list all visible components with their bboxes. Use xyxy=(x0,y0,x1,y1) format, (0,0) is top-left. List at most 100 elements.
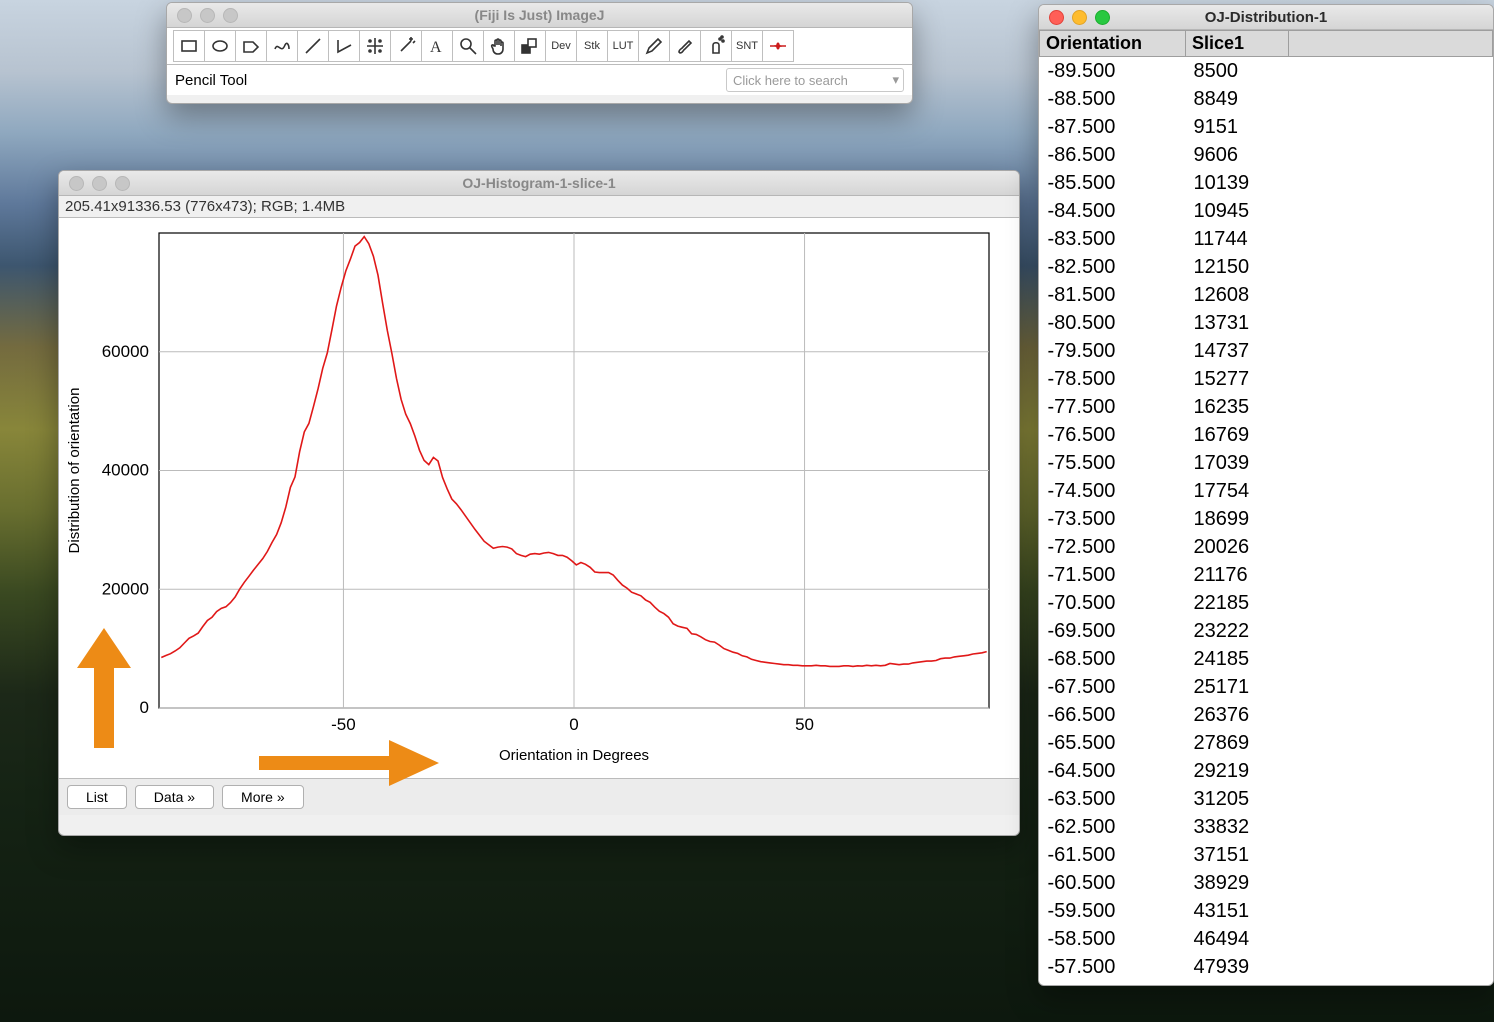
tool-magnify[interactable] xyxy=(452,30,484,62)
table-row[interactable]: -72.50020026 xyxy=(1040,533,1493,561)
search-placeholder: Click here to search xyxy=(733,73,848,88)
table-row[interactable]: -59.50043151 xyxy=(1040,897,1493,925)
svg-text:60000: 60000 xyxy=(102,342,149,361)
tool-brush[interactable] xyxy=(669,30,701,62)
tool-lut[interactable]: LUT xyxy=(607,30,639,62)
table-row[interactable]: -69.50023222 xyxy=(1040,617,1493,645)
cell-orientation: -89.500 xyxy=(1040,57,1186,86)
cell-slice1: 8849 xyxy=(1186,85,1289,113)
traffic-lights-dist xyxy=(1049,10,1110,25)
tool-rectangle[interactable] xyxy=(173,30,205,62)
col-orientation-header[interactable]: Orientation xyxy=(1040,31,1186,57)
cell-slice1: 24185 xyxy=(1186,645,1289,673)
cell-orientation: -87.500 xyxy=(1040,113,1186,141)
table-row[interactable]: -66.50026376 xyxy=(1040,701,1493,729)
table-row[interactable]: -79.50014737 xyxy=(1040,337,1493,365)
table-row[interactable]: -74.50017754 xyxy=(1040,477,1493,505)
cell-orientation: -69.500 xyxy=(1040,617,1186,645)
tool-color-picker[interactable] xyxy=(514,30,546,62)
tool-text[interactable]: A xyxy=(421,30,453,62)
cell-slice1: 33832 xyxy=(1186,813,1289,841)
table-row[interactable]: -64.50029219 xyxy=(1040,757,1493,785)
tool-point[interactable] xyxy=(359,30,391,62)
table-row[interactable]: -68.50024185 xyxy=(1040,645,1493,673)
cell-slice1: 29219 xyxy=(1186,757,1289,785)
table-row[interactable]: -88.5008849 xyxy=(1040,85,1493,113)
maximize-icon[interactable] xyxy=(115,176,130,191)
tool-snt[interactable]: SNT xyxy=(731,30,763,62)
col-slice1-header[interactable]: Slice1 xyxy=(1186,31,1289,57)
maximize-icon[interactable] xyxy=(1095,10,1110,25)
table-row[interactable]: -89.5008500 xyxy=(1040,57,1493,86)
table-row[interactable]: -87.5009151 xyxy=(1040,113,1493,141)
tool-stk[interactable]: Stk xyxy=(576,30,608,62)
minimize-icon[interactable] xyxy=(92,176,107,191)
cell-slice1: 9151 xyxy=(1186,113,1289,141)
tool-status-text: Pencil Tool xyxy=(175,72,247,89)
tool-wand[interactable] xyxy=(390,30,422,62)
annotation-arrow-up-icon xyxy=(77,628,131,751)
table-row[interactable]: -71.50021176 xyxy=(1040,561,1493,589)
minimize-icon[interactable] xyxy=(1072,10,1087,25)
minimize-icon[interactable] xyxy=(200,8,215,23)
table-row[interactable]: -60.50038929 xyxy=(1040,869,1493,897)
maximize-icon[interactable] xyxy=(223,8,238,23)
tool-oval[interactable] xyxy=(204,30,236,62)
table-row[interactable]: -70.50022185 xyxy=(1040,589,1493,617)
cell-orientation: -57.500 xyxy=(1040,953,1186,981)
cell-slice1: 16235 xyxy=(1186,393,1289,421)
cell-orientation: -67.500 xyxy=(1040,673,1186,701)
close-icon[interactable] xyxy=(177,8,192,23)
table-row[interactable]: -78.50015277 xyxy=(1040,365,1493,393)
histogram-title: OJ-Histogram-1-slice-1 xyxy=(462,175,615,191)
table-row[interactable]: -62.50033832 xyxy=(1040,813,1493,841)
tool-spray[interactable] xyxy=(700,30,732,62)
table-row[interactable]: -63.50031205 xyxy=(1040,785,1493,813)
distribution-titlebar[interactable]: OJ-Distribution-1 xyxy=(1039,5,1493,30)
close-icon[interactable] xyxy=(1049,10,1064,25)
tool-freehand[interactable] xyxy=(266,30,298,62)
table-row[interactable]: -57.50047939 xyxy=(1040,953,1493,981)
cell-slice1: 25171 xyxy=(1186,673,1289,701)
table-row[interactable]: -82.50012150 xyxy=(1040,253,1493,281)
imagej-titlebar[interactable]: (Fiji Is Just) ImageJ xyxy=(167,3,912,28)
cell-orientation: -68.500 xyxy=(1040,645,1186,673)
tool-arrows[interactable] xyxy=(762,30,794,62)
cell-slice1: 10139 xyxy=(1186,169,1289,197)
histogram-window: OJ-Histogram-1-slice-1 205.41x91336.53 (… xyxy=(58,170,1020,836)
table-row[interactable]: -76.50016769 xyxy=(1040,421,1493,449)
table-row[interactable]: -81.50012608 xyxy=(1040,281,1493,309)
tool-line[interactable] xyxy=(297,30,329,62)
table-row[interactable]: -65.50027869 xyxy=(1040,729,1493,757)
table-row[interactable]: -61.50037151 xyxy=(1040,841,1493,869)
search-input[interactable]: Click here to search ▾ xyxy=(726,68,904,92)
tool-dev[interactable]: Dev xyxy=(545,30,577,62)
svg-text:0: 0 xyxy=(140,698,149,717)
histogram-titlebar[interactable]: OJ-Histogram-1-slice-1 xyxy=(59,171,1019,196)
cell-slice1: 20026 xyxy=(1186,533,1289,561)
svg-text:Distribution of orientation: Distribution of orientation xyxy=(66,388,83,554)
table-row[interactable]: -85.50010139 xyxy=(1040,169,1493,197)
table-row[interactable]: -80.50013731 xyxy=(1040,309,1493,337)
cell-slice1: 26376 xyxy=(1186,701,1289,729)
histogram-chart: -500500200004000060000Orientation in Deg… xyxy=(59,218,1019,778)
table-row[interactable]: -73.50018699 xyxy=(1040,505,1493,533)
table-row[interactable]: -83.50011744 xyxy=(1040,225,1493,253)
table-row[interactable]: -75.50017039 xyxy=(1040,449,1493,477)
close-icon[interactable] xyxy=(69,176,84,191)
table-row[interactable]: -67.50025171 xyxy=(1040,673,1493,701)
table-row[interactable]: -77.50016235 xyxy=(1040,393,1493,421)
cell-slice1: 18699 xyxy=(1186,505,1289,533)
table-row[interactable]: -84.50010945 xyxy=(1040,197,1493,225)
traffic-lights-imagej xyxy=(177,8,238,23)
cell-slice1: 43151 xyxy=(1186,897,1289,925)
tool-hand[interactable] xyxy=(483,30,515,62)
data-button[interactable]: Data » xyxy=(135,785,214,809)
tool-angle[interactable] xyxy=(328,30,360,62)
cell-orientation: -88.500 xyxy=(1040,85,1186,113)
tool-polygon[interactable] xyxy=(235,30,267,62)
table-row[interactable]: -58.50046494 xyxy=(1040,925,1493,953)
list-button[interactable]: List xyxy=(67,785,127,809)
table-row[interactable]: -86.5009606 xyxy=(1040,141,1493,169)
tool-pencil[interactable] xyxy=(638,30,670,62)
